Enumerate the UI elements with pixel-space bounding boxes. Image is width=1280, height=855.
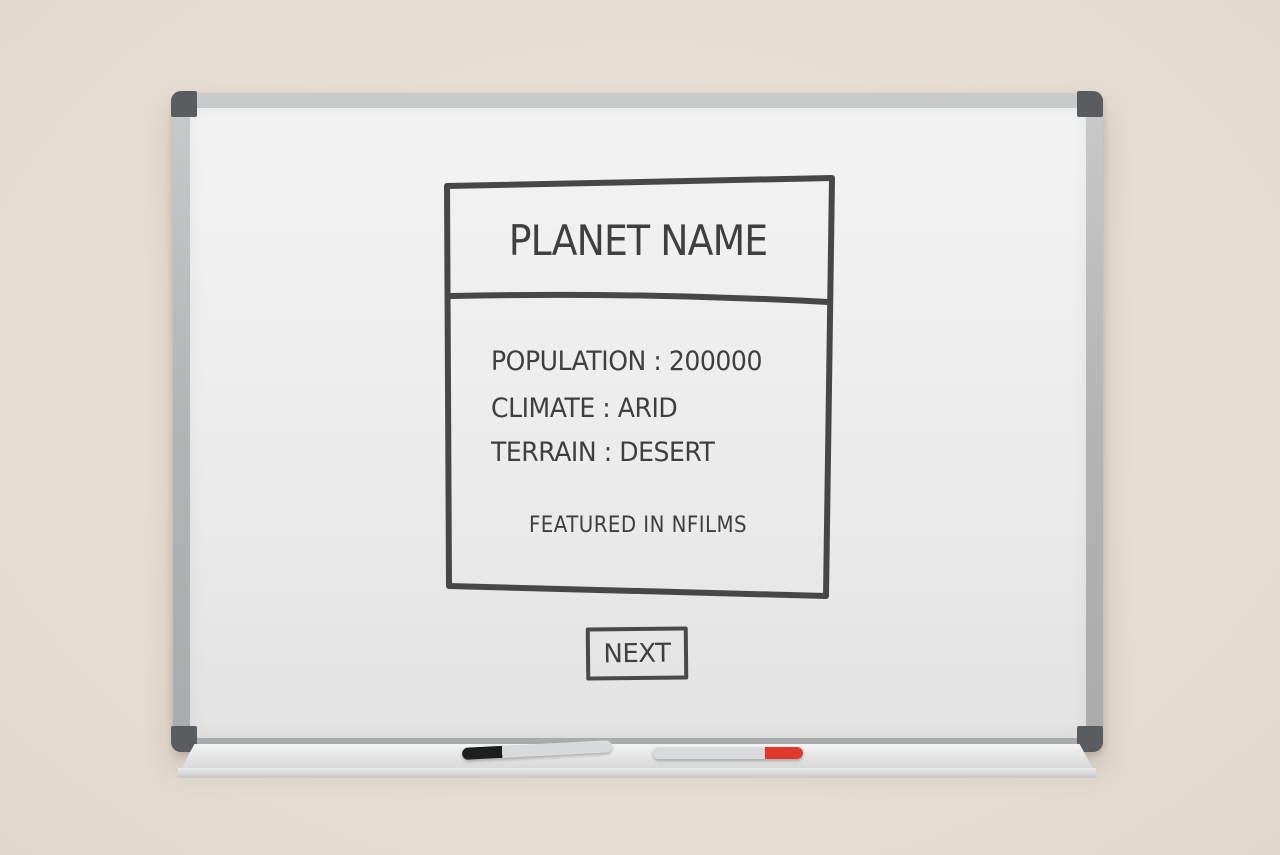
- red-marker: [653, 747, 803, 759]
- terrain-field: TERRAIN : DESERT: [491, 437, 715, 468]
- planet-name-title: PLANET NAME: [508, 216, 768, 265]
- next-button[interactable]: NEXT: [585, 626, 689, 681]
- featured-films-text: FEATURED IN NFILMS: [528, 513, 748, 538]
- frame-corner-top-right: [1077, 91, 1103, 117]
- climate-field: CLIMATE : ARID: [491, 393, 678, 424]
- next-button-label: NEXT: [603, 638, 671, 669]
- population-field: POPULATION : 200000: [491, 346, 762, 377]
- marker-tray-lip: [178, 768, 1096, 778]
- frame-corner-top-left: [171, 91, 197, 117]
- scene: PLANET NAME POPULATION : 200000 CLIMATE …: [0, 0, 1280, 855]
